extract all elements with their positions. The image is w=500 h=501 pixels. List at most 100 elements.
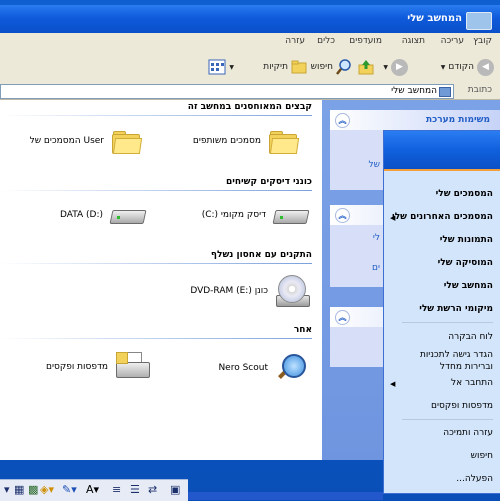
- start-my-computer[interactable]: המחשב שלי: [444, 281, 493, 291]
- item-label: DATA (D:): [59, 210, 103, 220]
- up-folder-icon: [358, 60, 374, 75]
- office-drawing-toolbar: ▾ ▦ ▩ ◈▾ ✎▾ A▾ ≡ ☰ ⇄ ▣: [0, 479, 188, 501]
- hard-drive-icon: [109, 204, 147, 226]
- list-icon[interactable]: ☰: [130, 483, 140, 496]
- start-program-access-line2[interactable]: וברירות מחדל: [440, 362, 493, 372]
- address-label: כתובת: [467, 85, 492, 95]
- user-documents-item[interactable]: User המסמכים של: [30, 130, 143, 154]
- submenu-arrow-icon: ◀: [390, 214, 396, 222]
- back-label: הקודם: [448, 62, 474, 72]
- start-my-documents[interactable]: המסמכים שלי: [436, 189, 493, 199]
- item-label: מסמכים משותפים: [192, 136, 261, 146]
- fill-color-icon[interactable]: ◈▾: [40, 483, 54, 496]
- place-link-fragment[interactable]: לי: [373, 233, 380, 243]
- start-search[interactable]: חיפוש: [471, 451, 493, 461]
- forward-arrow-icon: ▶: [391, 58, 408, 76]
- folders-label: תיקיות: [263, 62, 288, 72]
- folder-icon: [112, 130, 143, 154]
- group-title-files: קבצים המאוחסנים במחשב זה: [187, 102, 312, 112]
- data-d-item[interactable]: DATA (D:): [59, 204, 147, 226]
- back-button[interactable]: ◀ הקודם ▼: [441, 58, 494, 76]
- start-help-support[interactable]: עזרה ותמיכה: [443, 428, 493, 438]
- menu-separator: [402, 419, 493, 420]
- task-link-fragment[interactable]: של: [369, 160, 381, 170]
- system-tasks-header[interactable]: משימות מערכת ︽: [330, 110, 500, 130]
- shadow-icon[interactable]: ▣: [170, 483, 180, 496]
- menu-view[interactable]: תצוגה: [402, 36, 425, 46]
- address-field[interactable]: המחשב שלי: [0, 84, 454, 99]
- views-button[interactable]: ▼: [208, 58, 234, 76]
- local-disk-c-item[interactable]: דיסק מקומי (:C): [201, 204, 310, 226]
- shared-documents-item[interactable]: מסמכים משותפים: [192, 130, 300, 154]
- group-title-removable: התקנים עם אחסון נשלף: [210, 250, 312, 260]
- menu-favorites[interactable]: מועדפים: [349, 36, 382, 46]
- start-run[interactable]: הפעלה...: [456, 474, 493, 484]
- nero-scout-item[interactable]: Nero Scout: [218, 352, 308, 384]
- start-my-music[interactable]: המוסיקה שלי: [438, 258, 493, 268]
- dvd-drive-icon: [276, 275, 310, 307]
- start-my-network-places[interactable]: מיקומי הרשת שלי: [419, 304, 493, 314]
- chevron-down-icon: ▼: [229, 63, 234, 71]
- taskbar-strip: [188, 492, 383, 500]
- menu-file[interactable]: קובץ: [473, 36, 492, 46]
- place-link-fragment[interactable]: ים: [372, 263, 380, 273]
- collapse-chevron-icon[interactable]: ︽: [335, 208, 350, 223]
- align-icon[interactable]: ≡: [112, 483, 121, 496]
- window-title: המחשב שלי: [407, 13, 462, 24]
- computer-icon: [439, 87, 451, 97]
- line-color-icon[interactable]: ✎▾: [62, 483, 77, 496]
- start-my-pictures[interactable]: התמונות שלי: [440, 235, 493, 245]
- system-tasks-title: משימות מערכת: [425, 115, 490, 125]
- font-color-icon[interactable]: A▾: [86, 483, 99, 496]
- item-label: Nero Scout: [218, 363, 268, 373]
- menu-help[interactable]: עזרה: [285, 36, 305, 46]
- title-bar[interactable]: המחשב שלי: [0, 5, 500, 33]
- address-value: המחשב שלי: [391, 86, 437, 96]
- chevron-down-icon: ▼: [440, 63, 446, 71]
- group-divider: [0, 263, 312, 264]
- table-icon[interactable]: ▩: [28, 483, 38, 496]
- start-recent-documents[interactable]: המסמכים האחרונים שלי: [392, 212, 493, 222]
- start-menu: המסמכים שלי המסמכים האחרונים שלי ◀ התמונ…: [383, 130, 500, 494]
- search-icon: [336, 59, 351, 75]
- chevron-down-icon: ▼: [383, 63, 388, 71]
- menu-edit[interactable]: עריכה: [441, 36, 464, 46]
- grid-icon[interactable]: ▦: [14, 483, 24, 496]
- forward-button[interactable]: ▶ ▼: [383, 58, 408, 76]
- folders-icon: [291, 60, 307, 74]
- views-icon: [208, 59, 226, 75]
- start-connect-to[interactable]: התחבר אל: [451, 378, 493, 388]
- item-label: מדפסות ופקסים: [46, 362, 108, 372]
- hard-drive-icon: [272, 204, 310, 226]
- search-label: חיפוש: [310, 62, 333, 72]
- start-program-access-line1[interactable]: הגדר גישה לתכניות: [420, 350, 493, 360]
- dvd-ram-e-item[interactable]: כונן DVD-RAM (E:): [190, 275, 310, 307]
- item-label: דיסק מקומי (:C): [201, 210, 266, 220]
- my-computer-icon: [466, 12, 492, 30]
- collapse-chevron-icon[interactable]: ︽: [335, 113, 350, 128]
- menu-separator: [402, 322, 493, 323]
- arrows-icon[interactable]: ⇄: [148, 483, 157, 496]
- collapse-chevron-icon[interactable]: ︽: [335, 310, 350, 325]
- group-title-hard-drives: כונני דיסקים קשיחים: [225, 177, 312, 187]
- group-title-other: אחר: [293, 325, 312, 335]
- menu-bar: קובץ עריכה תצוגה מועדפים כלים עזרה: [0, 33, 500, 51]
- up-folder-button[interactable]: [358, 58, 374, 76]
- group-divider: [0, 115, 312, 116]
- search-button[interactable]: חיפוש: [311, 58, 352, 76]
- start-menu-header: [384, 131, 500, 171]
- group-divider: [0, 338, 312, 339]
- folder-icon: [269, 130, 300, 154]
- printers-faxes-item[interactable]: מדפסות ופקסים: [46, 352, 150, 382]
- start-control-panel[interactable]: לוח הבקרה: [448, 332, 493, 342]
- menu-tools[interactable]: כלים: [317, 36, 335, 46]
- back-arrow-icon: ◀: [477, 58, 494, 76]
- nero-scout-icon: [276, 352, 308, 384]
- group-divider: [0, 190, 312, 191]
- start-printers-faxes[interactable]: מדפסות ופקסים: [431, 401, 493, 411]
- dropdown-icon[interactable]: ▾: [4, 483, 10, 496]
- submenu-arrow-icon: ◀: [390, 380, 396, 388]
- standard-toolbar: ◀ הקודם ▼ ▶ ▼ חיפוש תיקיות ▼: [0, 50, 500, 84]
- address-bar: כתובת המחשב שלי: [0, 83, 500, 100]
- folders-button[interactable]: תיקיות: [263, 58, 307, 76]
